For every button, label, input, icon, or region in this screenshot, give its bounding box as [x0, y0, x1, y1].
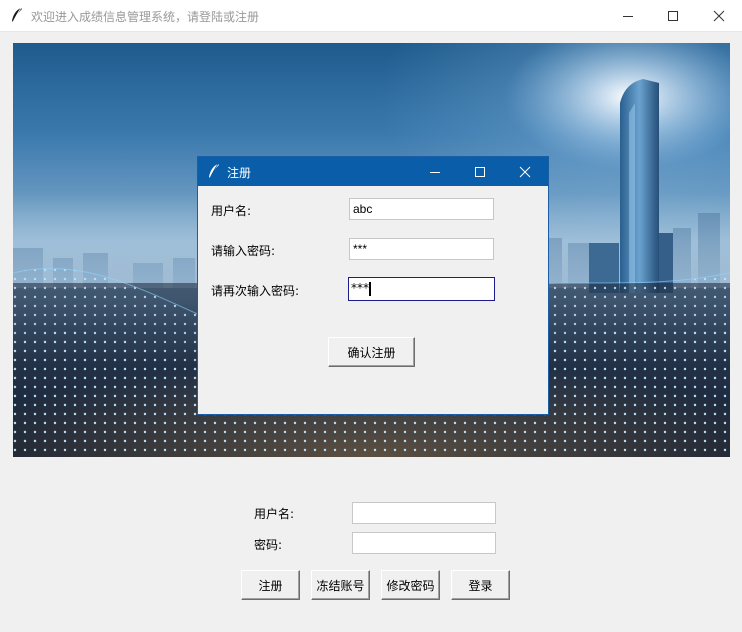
login-button[interactable]: 登录 [451, 570, 510, 600]
confirm-register-button[interactable]: 确认注册 [328, 337, 415, 367]
username-label: 用户名: [254, 507, 295, 521]
dialog-maximize-button[interactable] [457, 157, 503, 186]
reg-confirm-password-input[interactable]: *** [348, 277, 495, 301]
register-dialog: 注册 用户名: 请输入密码: 请再次输入密码: *** 确认注册 [197, 156, 549, 415]
window-title: 欢迎进入成绩信息管理系统，请登陆或注册 [31, 10, 260, 24]
freeze-account-button[interactable]: 冻结账号 [311, 570, 370, 600]
reg-username-input[interactable] [349, 198, 494, 220]
reg-confirm-password-label: 请再次输入密码: [211, 284, 300, 298]
password-label: 密码: [254, 538, 283, 552]
maximize-icon [475, 166, 485, 177]
text-caret [369, 281, 371, 296]
reg-password-label: 请输入密码: [211, 244, 276, 258]
close-icon [713, 10, 725, 21]
register-dialog-titlebar: 注册 [198, 157, 548, 186]
feather-icon [10, 7, 24, 23]
close-button[interactable] [696, 0, 742, 31]
close-icon [519, 166, 531, 177]
minimize-button[interactable] [605, 0, 651, 31]
main-titlebar: 欢迎进入成绩信息管理系统，请登陆或注册 [0, 0, 742, 32]
register-dialog-title: 注册 [227, 166, 252, 180]
change-password-button[interactable]: 修改密码 [381, 570, 440, 600]
feather-icon [208, 163, 220, 179]
minimize-icon [430, 171, 440, 173]
dialog-minimize-button[interactable] [412, 157, 458, 186]
maximize-icon [668, 10, 678, 21]
username-input[interactable] [352, 502, 496, 524]
reg-password-input[interactable] [349, 238, 494, 260]
register-button[interactable]: 注册 [241, 570, 300, 600]
reg-username-label: 用户名: [211, 204, 252, 218]
dialog-close-button[interactable] [502, 157, 548, 186]
maximize-button[interactable] [650, 0, 696, 31]
reg-confirm-password-value: *** [351, 281, 369, 295]
password-input[interactable] [352, 532, 496, 554]
minimize-icon [623, 15, 633, 17]
